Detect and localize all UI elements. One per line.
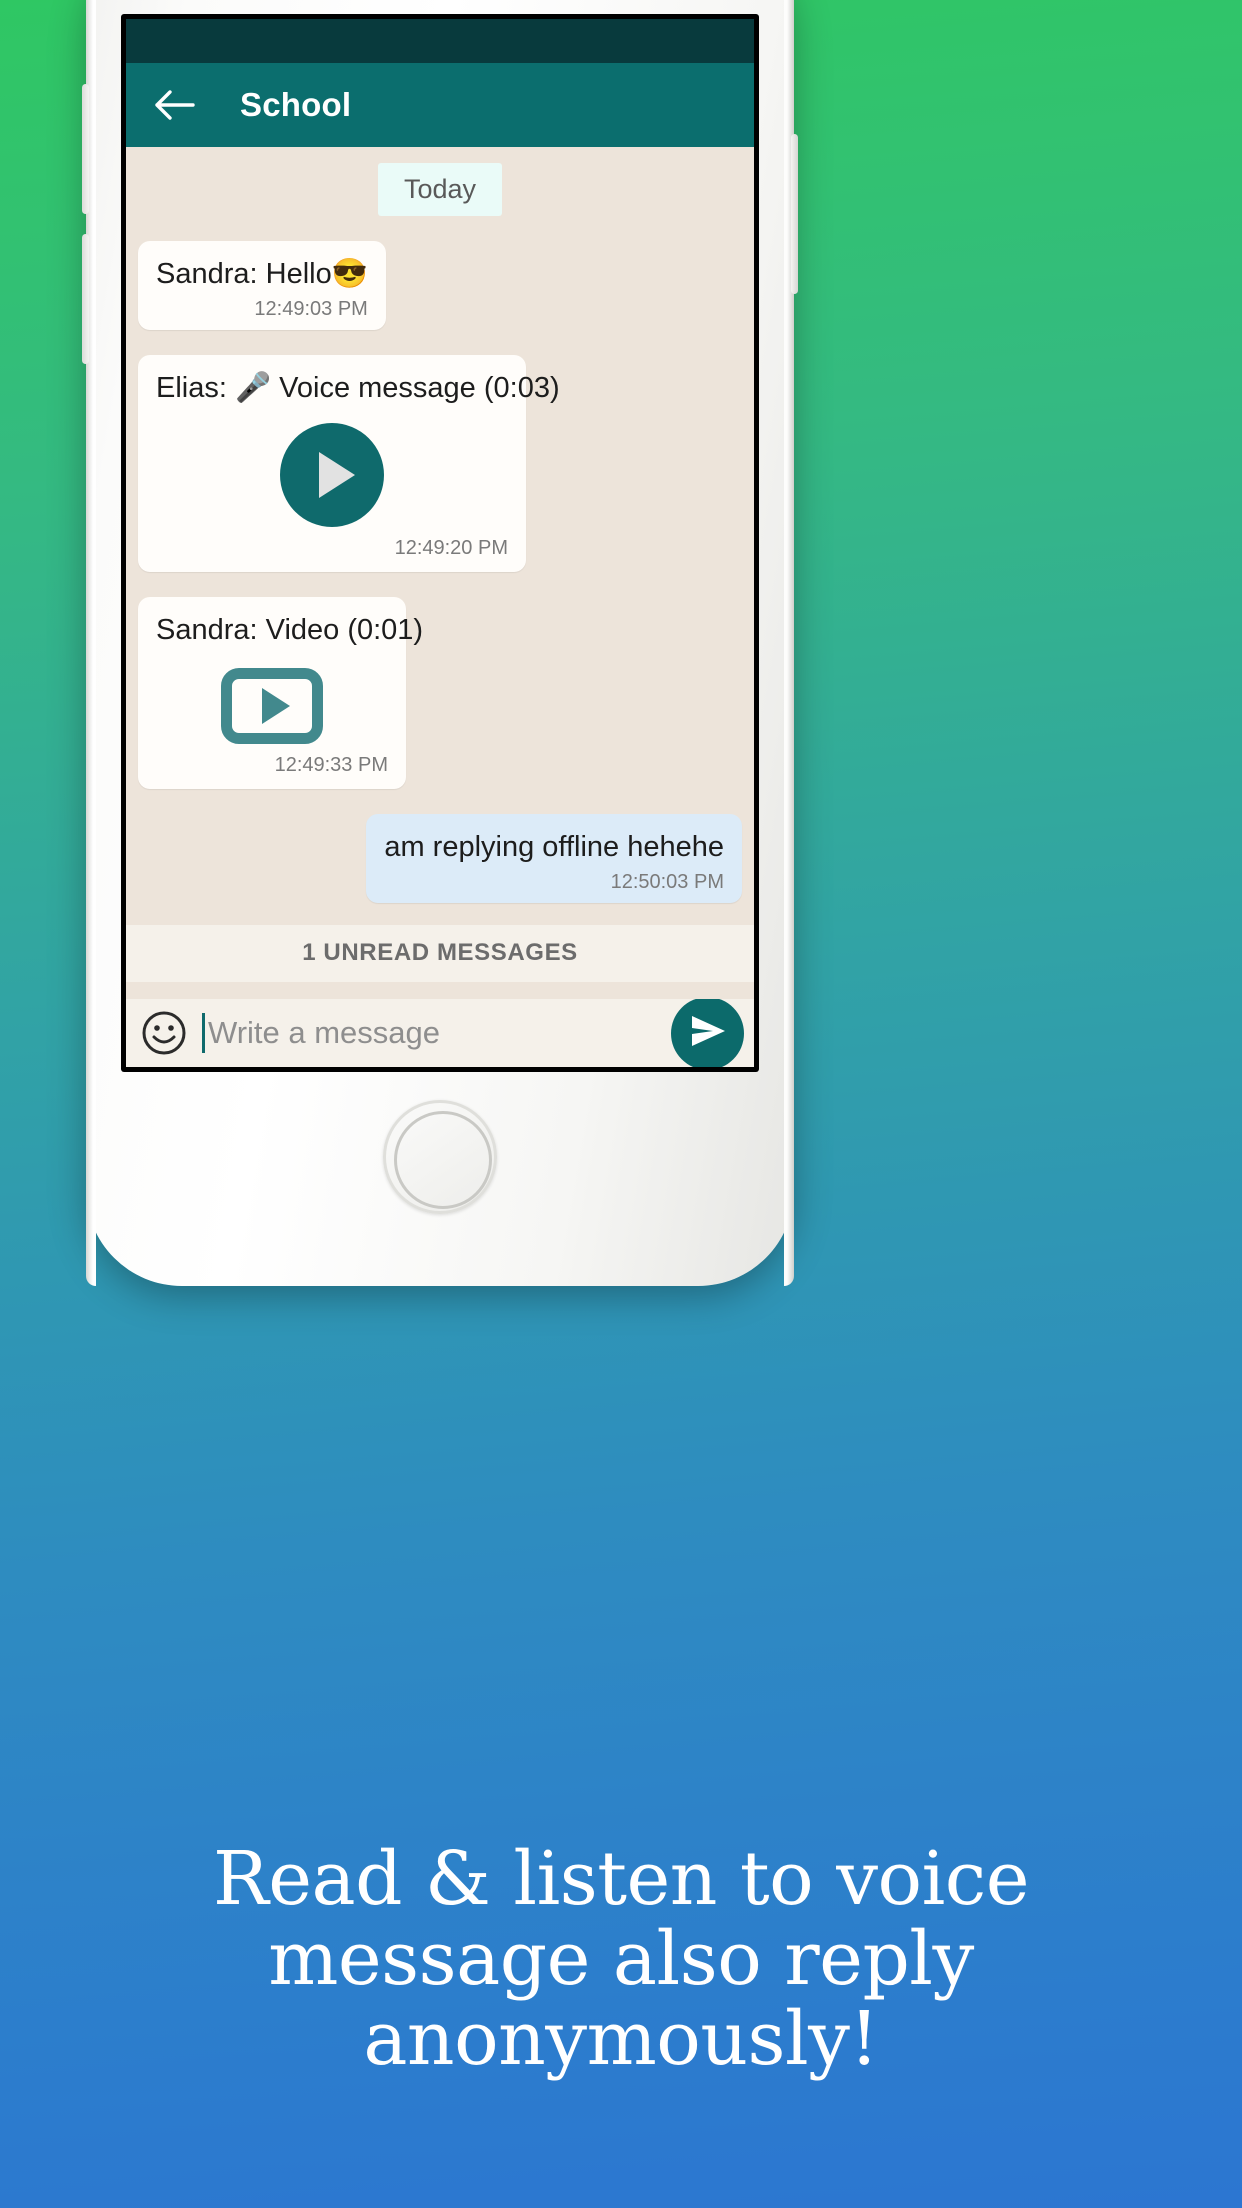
message-composer: Write a message [126,996,754,1067]
day-divider-row: Today [138,147,742,216]
message-bubble-outgoing[interactable]: am replying offline hehehe 12:50:03 PM [366,813,742,903]
video-message-text: Sandra: Video (0:01) [156,614,424,647]
message-timestamp: 12:50:03 PM [610,870,724,893]
play-circle-icon[interactable] [280,423,384,528]
message-timestamp: 12:49:20 PM [394,537,508,560]
message-row-3: Sandra: Video (0:01) 12:49:33 PM [138,597,742,789]
video-play-icon[interactable] [221,667,323,744]
app-bar: School [126,63,754,147]
voice-play-row [156,423,508,528]
video-triangle-icon [261,687,290,724]
video-message-bubble[interactable]: Sandra: Video (0:01) 12:49:33 PM [138,597,424,789]
phone-mockup: School Today Sandra: Hello😎 12:49:03 PM [82,0,798,1286]
send-button[interactable] [671,996,744,1067]
caption-line-2: message also reply [268,1915,974,2002]
power-button[interactable] [791,134,798,294]
chat-message-list[interactable]: Today Sandra: Hello😎 12:49:03 PM Elias: … [126,147,754,999]
message-text: am replying offline hehehe [384,830,724,863]
message-row-1: Sandra: Hello😎 12:49:03 PM [138,241,742,331]
caption-line-3: anonymously! [363,1995,879,2082]
message-text: Sandra: Hello😎 [156,258,368,290]
phone-screen: School Today Sandra: Hello😎 12:49:03 PM [126,19,754,1067]
message-timestamp: 12:49:33 PM [274,753,388,776]
promo-caption: Read & listen to voice message also repl… [0,1836,1242,2082]
video-icon-row [156,667,388,744]
back-button[interactable] [152,83,196,127]
smiley-face-icon[interactable] [140,1009,188,1057]
caption-line-1: Read & listen to voice [212,1836,1030,1922]
message-input[interactable]: Write a message [140,999,663,1067]
voice-message-bubble[interactable]: Elias: 🎤 Voice message (0:03) 12:49:20 P… [138,355,560,573]
day-divider-chip: Today [377,163,503,216]
status-bar [126,19,754,63]
play-triangle-icon [319,452,355,499]
unread-messages-divider: 1 UNREAD MESSAGES [126,924,754,982]
volume-up-button[interactable] [82,84,89,214]
message-row-4: am replying offline hehehe 12:50:03 PM [138,813,742,903]
page-title: School [240,86,352,123]
voice-message-text: Elias: 🎤 Voice message (0:03) [156,372,560,405]
arrow-left-icon [153,89,195,121]
message-timestamp: 12:49:03 PM [254,298,368,321]
home-button[interactable] [383,1100,497,1214]
text-caret [202,1013,205,1053]
message-row-2: Elias: 🎤 Voice message (0:03) 12:49:20 P… [138,355,742,573]
message-bubble-incoming[interactable]: Sandra: Hello😎 12:49:03 PM [138,241,386,331]
send-paper-plane-icon [687,1010,729,1057]
message-input-placeholder: Write a message [208,1015,441,1050]
screen-bezel: School Today Sandra: Hello😎 12:49:03 PM [121,14,759,1072]
volume-down-button[interactable] [82,234,89,364]
